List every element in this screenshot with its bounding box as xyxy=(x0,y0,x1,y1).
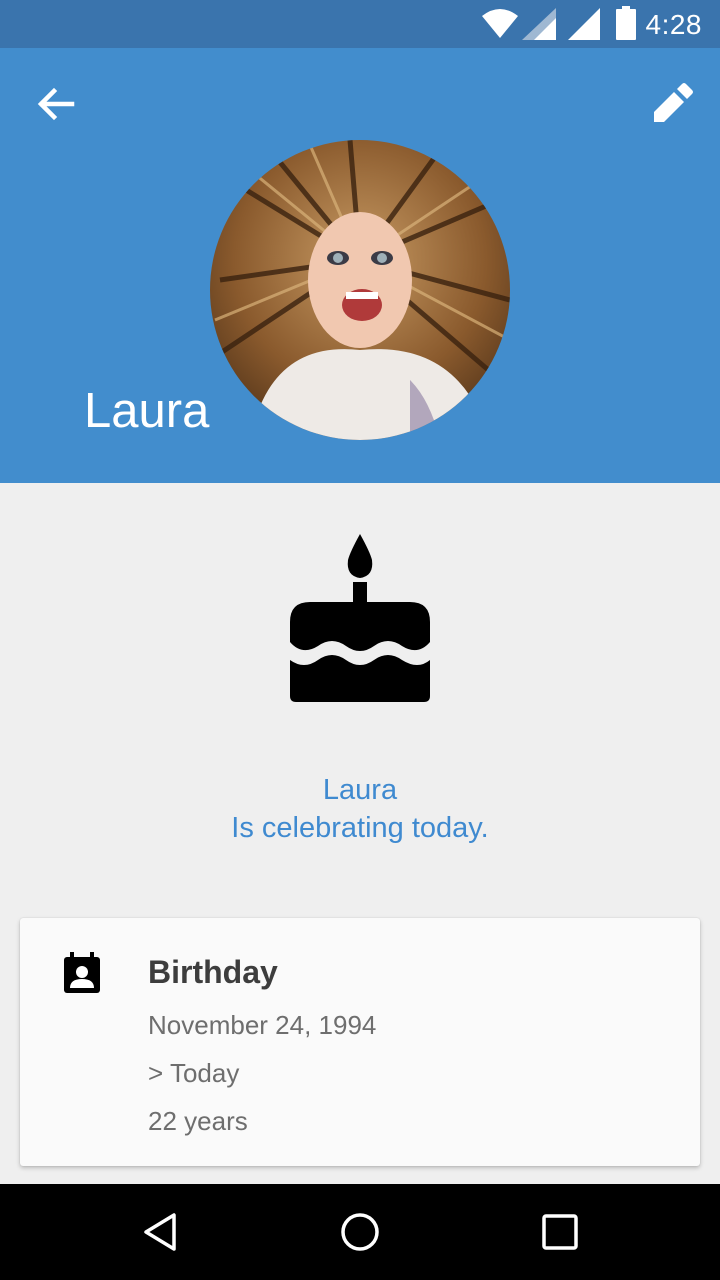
battery-icon xyxy=(616,6,636,45)
status-bar: 4:28 xyxy=(0,0,720,48)
event-when: > Today xyxy=(148,1058,240,1088)
calendar-contact-icon xyxy=(62,952,102,994)
celebration-message: Laura Is celebrating today. xyxy=(0,771,720,847)
cell-signal-icon xyxy=(568,8,600,45)
nav-home-button[interactable] xyxy=(338,1210,382,1254)
recents-square-icon xyxy=(542,1214,578,1250)
wifi-icon xyxy=(482,8,518,45)
arrow-back-icon xyxy=(37,87,75,121)
home-circle-icon xyxy=(341,1213,379,1251)
avatar[interactable] xyxy=(210,140,510,440)
celebration-subtitle: Is celebrating today. xyxy=(231,812,489,844)
birthday-card[interactable]: Birthday November 24, 1994 > Today 22 ye… xyxy=(20,918,700,1166)
birthday-screen: 4:28 Laura Laura Is celebrating today. B… xyxy=(0,0,720,1280)
pencil-icon xyxy=(654,83,693,122)
event-date: November 24, 1994 xyxy=(148,1010,377,1040)
cake-icon xyxy=(284,530,436,706)
event-age: 22 years xyxy=(148,1106,248,1136)
celebrant-name: Laura xyxy=(322,774,398,806)
nav-recents-button[interactable] xyxy=(538,1210,582,1254)
status-time: 4:28 xyxy=(645,9,702,40)
navigation-bar xyxy=(0,1184,720,1280)
nav-back-button[interactable] xyxy=(138,1210,182,1254)
profile-header: Laura xyxy=(0,48,720,483)
contact-name: Laura xyxy=(84,384,210,438)
edit-button[interactable] xyxy=(646,78,698,130)
cell-signal-icon xyxy=(522,8,556,45)
back-button[interactable] xyxy=(30,78,82,130)
back-triangle-icon xyxy=(144,1213,176,1251)
event-title: Birthday xyxy=(148,954,278,990)
